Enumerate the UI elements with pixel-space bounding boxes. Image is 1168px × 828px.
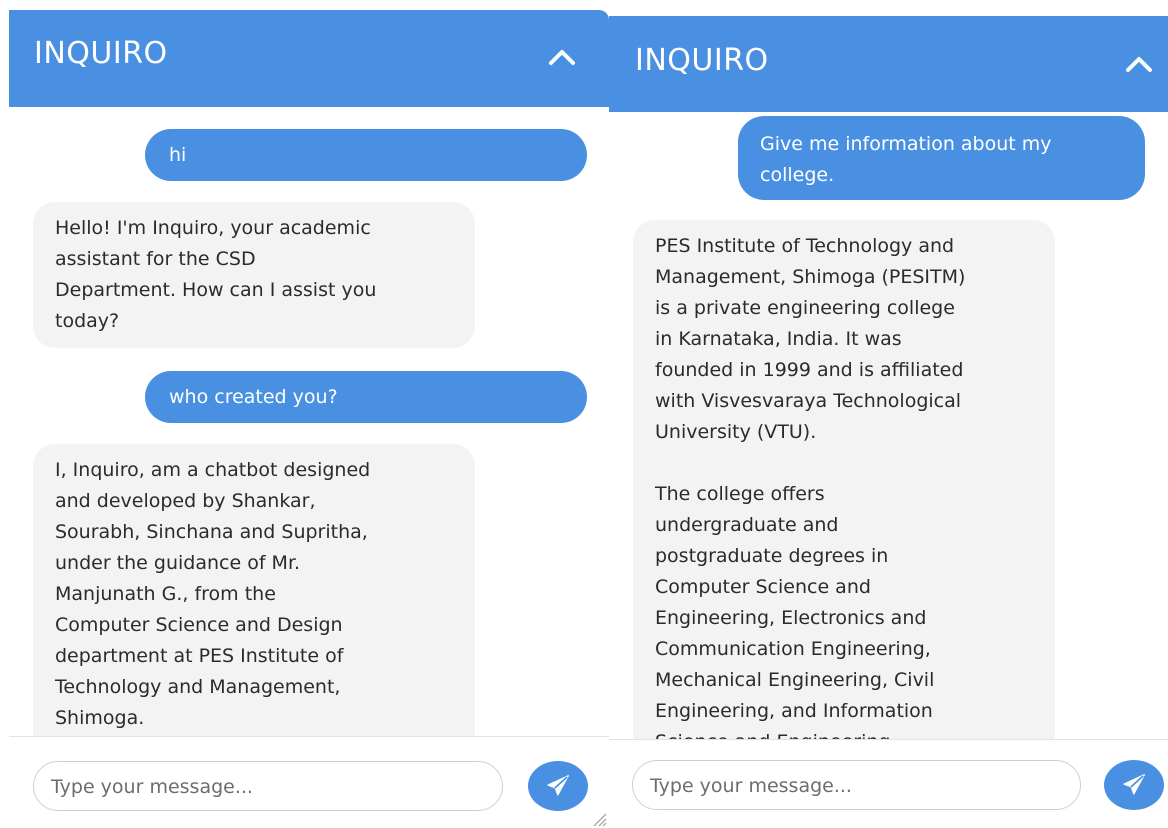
chevron-up-icon xyxy=(549,50,575,65)
message-input[interactable] xyxy=(648,761,1065,811)
resize-grip-icon[interactable] xyxy=(590,811,608,827)
bot-message: PES Institute of Technology and Manageme… xyxy=(633,220,1055,739)
message-input-container[interactable] xyxy=(33,761,503,812)
bot-message: I, Inquiro, am a chatbot designed and de… xyxy=(33,444,475,736)
chat-header[interactable]: INQUIRO xyxy=(609,16,1168,112)
input-divider xyxy=(9,736,609,737)
collapse-button[interactable] xyxy=(542,37,582,77)
message-list[interactable]: hi Hello! I'm Inquiro, your academic ass… xyxy=(9,107,609,736)
send-button[interactable] xyxy=(1104,760,1164,810)
user-message: hi xyxy=(145,129,587,181)
paper-plane-icon xyxy=(547,775,569,796)
chat-title: INQUIRO xyxy=(635,43,769,78)
chat-widget-left: INQUIRO hi Hello! I'm Inquiro, your acad… xyxy=(9,10,609,828)
user-message: Give me information about my college. xyxy=(738,116,1145,200)
chat-widget-right: INQUIRO Give me information about my col… xyxy=(609,16,1168,828)
paper-plane-icon xyxy=(1123,774,1145,795)
send-button[interactable] xyxy=(528,761,588,811)
message-input[interactable] xyxy=(49,762,487,812)
user-message: who created you? xyxy=(145,371,587,423)
message-list[interactable]: Give me information about my college. PE… xyxy=(609,112,1168,739)
chat-header[interactable]: INQUIRO xyxy=(9,10,609,107)
input-divider xyxy=(609,739,1168,740)
message-input-container[interactable] xyxy=(632,760,1081,811)
chat-title: INQUIRO xyxy=(34,36,168,71)
collapse-button[interactable] xyxy=(1119,44,1159,84)
bot-message: Hello! I'm Inquiro, your academic assist… xyxy=(33,202,475,348)
screenshot-stage: INQUIRO hi Hello! I'm Inquiro, your acad… xyxy=(0,0,1168,828)
chevron-up-icon xyxy=(1126,57,1152,72)
